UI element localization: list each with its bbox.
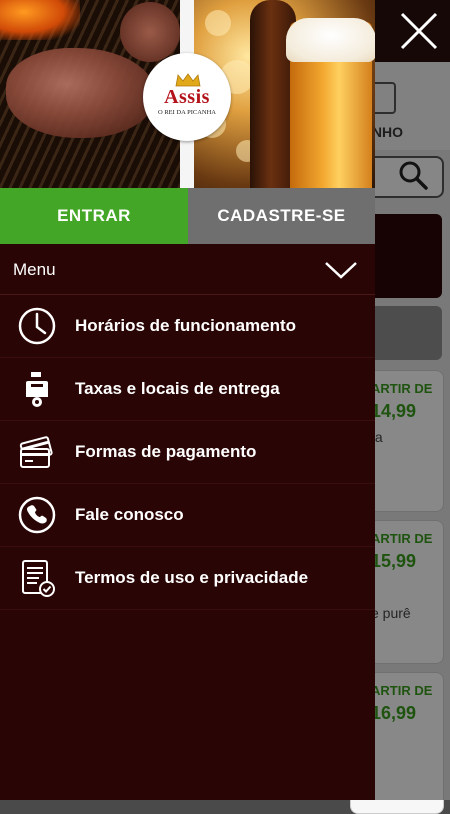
crown-icon bbox=[175, 73, 201, 87]
hero-image: Assis O REI DA PICANHA bbox=[0, 0, 375, 188]
scooter-icon bbox=[26, 372, 48, 407]
menu-item-label: Horários de funcionamento bbox=[75, 316, 297, 335]
close-icon[interactable] bbox=[396, 8, 442, 54]
signup-button[interactable]: CADASTRE-SE bbox=[188, 188, 375, 244]
fire-glow bbox=[0, 0, 80, 40]
menu-item-label: Taxas e locais de entrega bbox=[75, 379, 280, 398]
steak-shape bbox=[120, 2, 180, 62]
menu-title: Menu bbox=[13, 260, 56, 279]
credit-cards-icon bbox=[19, 436, 53, 468]
steak-shape bbox=[6, 48, 156, 138]
menu-item-hours[interactable]: Horários de funcionamento bbox=[0, 295, 375, 358]
menu-item-payment[interactable]: Formas de pagamento bbox=[0, 421, 375, 484]
brand-logo: Assis O REI DA PICANHA bbox=[143, 53, 231, 141]
beer-foam bbox=[286, 18, 375, 62]
menu-item-label: Formas de pagamento bbox=[75, 442, 257, 461]
side-drawer: Assis O REI DA PICANHA ENTRAR CADASTRE-S… bbox=[0, 0, 375, 800]
document-check-icon bbox=[22, 560, 55, 597]
menu-item-label: Termos de uso e privacidade bbox=[75, 568, 309, 587]
menu-item-contact[interactable]: Fale conosco bbox=[0, 484, 375, 547]
menu-item-delivery[interactable]: Taxas e locais de entrega bbox=[0, 358, 375, 421]
bokeh-light bbox=[205, 10, 231, 36]
phone-icon bbox=[18, 496, 56, 534]
clock-icon bbox=[18, 307, 56, 345]
logo-subtitle: O REI DA PICANHA bbox=[158, 109, 216, 116]
menu-item-label: Fale conosco bbox=[75, 505, 184, 524]
logo-name: Assis bbox=[164, 86, 210, 108]
chevron-down-icon[interactable] bbox=[324, 260, 358, 280]
login-button[interactable]: ENTRAR bbox=[0, 188, 188, 244]
menu-header[interactable]: Menu bbox=[0, 244, 375, 295]
menu-list: Horários de funcionamento Taxas e locais… bbox=[0, 295, 375, 610]
menu-item-terms[interactable]: Termos de uso e privacidade bbox=[0, 547, 375, 610]
